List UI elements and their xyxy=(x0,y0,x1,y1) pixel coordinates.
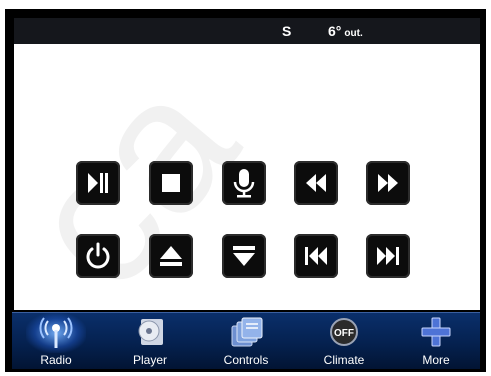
status-bar: S 6° out. xyxy=(14,18,480,44)
nav-player-label: Player xyxy=(132,353,167,367)
nav-radio-label: Radio xyxy=(40,353,72,367)
previous-track-icon xyxy=(305,247,327,265)
nav-climate[interactable]: OFF Climate xyxy=(304,313,384,369)
voice-button[interactable] xyxy=(222,161,266,205)
nav-more[interactable]: More xyxy=(396,313,476,369)
plus-more-icon xyxy=(421,317,451,347)
disc-player-icon xyxy=(138,319,163,345)
power-button[interactable] xyxy=(76,234,120,278)
bottom-nav-bar: Radio Player Controls OFF Climate More xyxy=(12,312,480,369)
nav-radio[interactable]: Radio xyxy=(16,313,96,369)
rewind-icon xyxy=(306,174,326,192)
nav-more-label: More xyxy=(422,353,450,367)
next-track-button[interactable] xyxy=(366,234,410,278)
climate-off-icon: OFF xyxy=(330,318,358,346)
outside-temperature: 6° out. xyxy=(328,23,363,39)
power-icon xyxy=(86,242,110,269)
previous-track-button[interactable] xyxy=(294,234,338,278)
nav-player[interactable]: Player xyxy=(110,313,190,369)
controls-icon xyxy=(231,317,263,347)
eject-button[interactable] xyxy=(149,234,193,278)
temperature-value: 6° xyxy=(328,23,342,39)
temperature-suffix: out. xyxy=(344,28,363,39)
media-controls-panel: ca xyxy=(0,38,480,328)
stop-button[interactable] xyxy=(149,161,193,205)
insert-icon xyxy=(233,246,255,266)
rewind-button[interactable] xyxy=(294,161,338,205)
radio-antenna-icon xyxy=(39,317,73,348)
microphone-icon xyxy=(233,169,255,198)
play-pause-button[interactable] xyxy=(76,161,120,205)
stop-icon xyxy=(162,174,180,192)
next-track-icon xyxy=(377,247,399,265)
climate-off-badge: OFF xyxy=(334,328,354,339)
nav-climate-label: Climate xyxy=(323,353,365,367)
fast-forward-button[interactable] xyxy=(366,161,410,205)
nav-controls[interactable]: Controls xyxy=(206,313,286,369)
fast-forward-icon xyxy=(378,174,398,192)
insert-button[interactable] xyxy=(222,234,266,278)
play-pause-icon xyxy=(88,173,108,193)
nav-controls-label: Controls xyxy=(223,353,269,367)
compass-heading: S xyxy=(282,23,292,39)
eject-icon xyxy=(160,246,182,266)
